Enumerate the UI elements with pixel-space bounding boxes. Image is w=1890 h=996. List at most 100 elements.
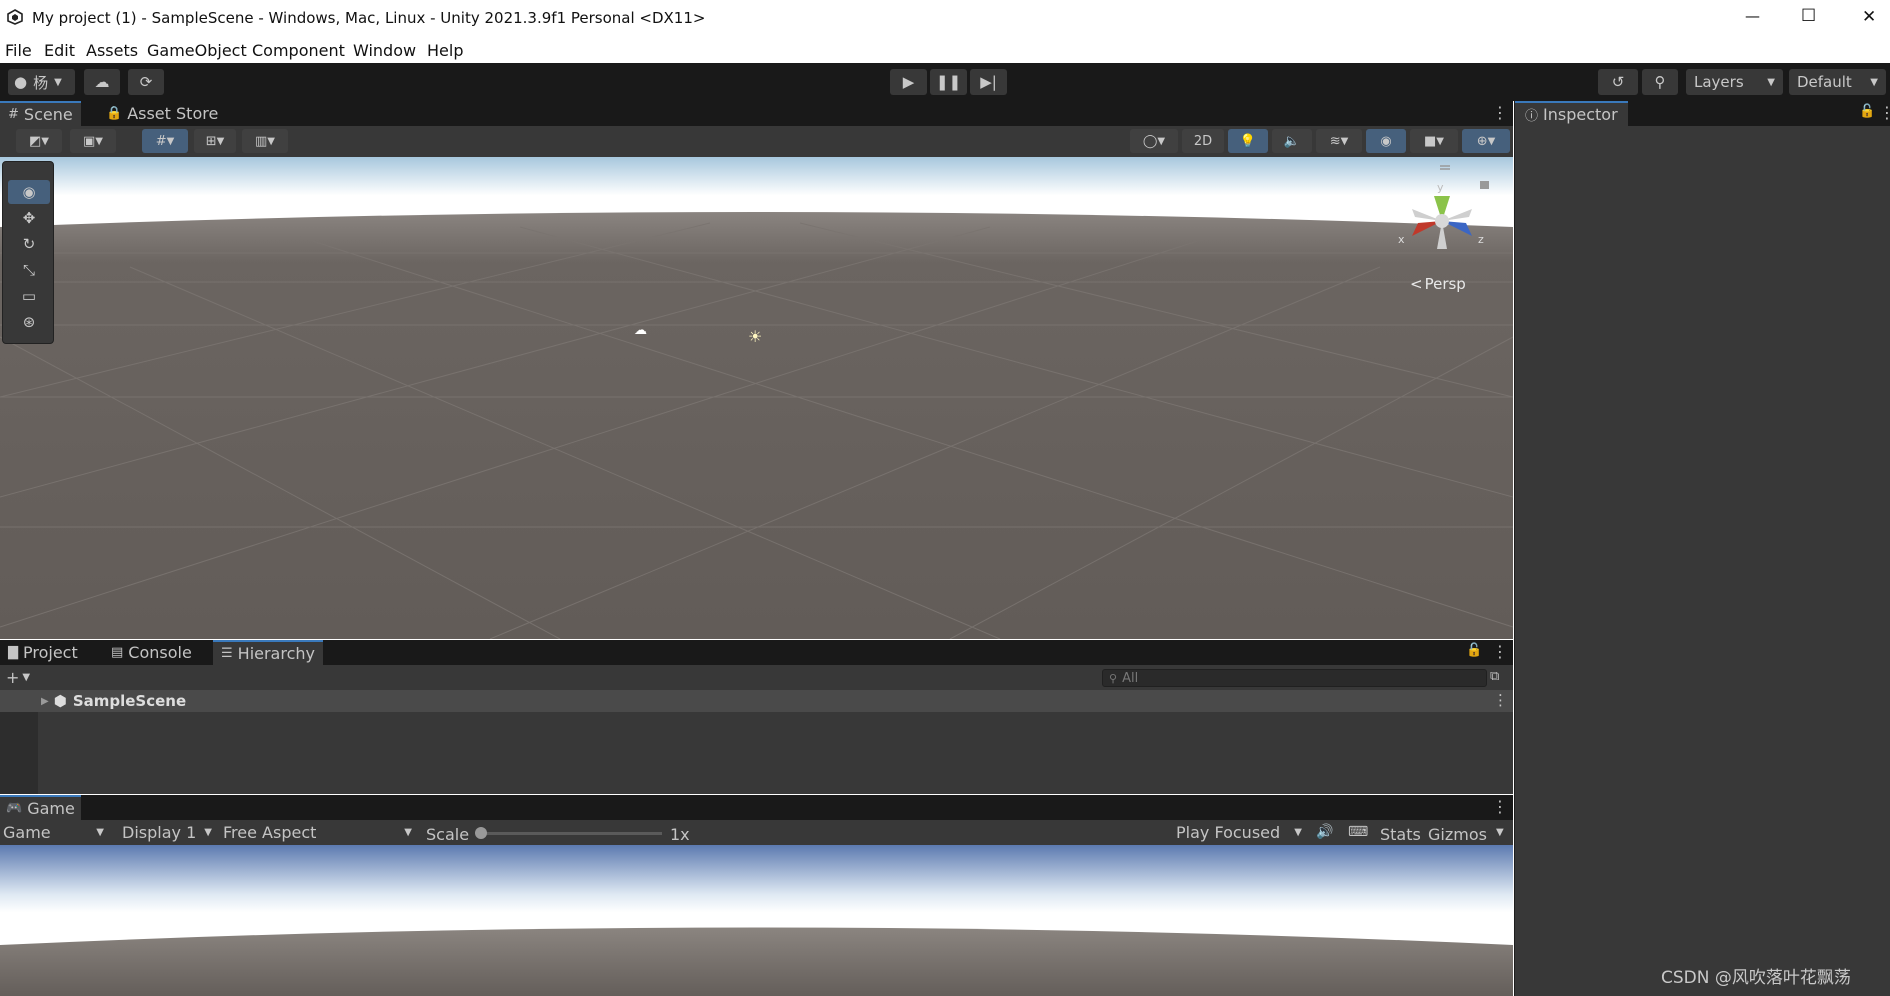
orientation-gizmo[interactable]: y x z — [1390, 161, 1500, 261]
add-object-dropdown[interactable]: + ▼ — [6, 668, 30, 687]
layout-dropdown[interactable]: Default ▼ — [1789, 69, 1886, 95]
hierarchy-row-samplescene[interactable]: ▶ ⬢ SampleScene ⋮ — [0, 690, 1513, 712]
history-button[interactable]: ↺ — [1598, 69, 1638, 95]
rotate-tool[interactable]: ↻ — [8, 232, 50, 256]
chevron-right-icon[interactable]: ▶ — [41, 696, 49, 707]
tab-scene[interactable]: # Scene — [0, 101, 81, 126]
stats-button[interactable]: Stats — [1380, 825, 1421, 844]
projection-toggle[interactable]: < Persp — [1410, 275, 1466, 293]
orientation-dropdown[interactable]: ◯ ▼ — [1130, 129, 1178, 153]
pause-button[interactable]: ❚❚ — [930, 69, 967, 95]
play-mode-select[interactable]: Play Focused ▼ — [1172, 822, 1306, 843]
scale-tool[interactable]: ⤡ — [8, 258, 50, 282]
increment-snap-toggle[interactable]: ▥ ▼ — [242, 129, 288, 153]
chevron-down-icon: ▼ — [54, 76, 62, 88]
chevron-down-icon: ▼ — [166, 135, 175, 147]
scale-value: 1x — [670, 825, 690, 844]
tab-hierarchy[interactable]: ☰ Hierarchy — [213, 640, 323, 665]
panel-menu-icon[interactable]: ⋮ — [1879, 103, 1890, 122]
menu-edit[interactable]: Edit — [44, 41, 75, 60]
step-button[interactable]: ▶| — [970, 69, 1007, 95]
minimize-button[interactable]: — — [1745, 7, 1760, 25]
cloud-button[interactable]: ☁ — [84, 69, 120, 95]
keyboard-icon[interactable]: ⌨ — [1348, 824, 1368, 840]
account-dropdown[interactable]: ● 杨 ▼ — [8, 69, 75, 95]
mute-audio-icon[interactable]: 🔊 — [1316, 824, 1333, 840]
panel-menu-icon[interactable]: ⋮ — [1492, 797, 1508, 816]
camera-gizmo-icon[interactable]: ☁ — [634, 323, 647, 338]
game-dock-header: 🎮 Game ⋮ — [0, 795, 1513, 820]
maximize-button[interactable]: ☐ — [1801, 6, 1816, 26]
grid-snap-icon: # — [155, 133, 167, 149]
gizmos-button[interactable]: Gizmos — [1428, 825, 1487, 844]
play-button[interactable]: ▶ — [890, 69, 927, 95]
chevron-down-icon[interactable]: ▼ — [1496, 827, 1504, 838]
folder-icon: ▇ — [8, 645, 18, 660]
gamepad-icon: 🎮 — [6, 801, 23, 816]
scene-visibility-icon[interactable]: ⧉ — [1490, 669, 1499, 684]
tab-game[interactable]: 🎮 Game — [0, 795, 81, 820]
chevron-left-icon: < — [1410, 275, 1423, 293]
light-gizmo-icon[interactable]: ☀ — [748, 327, 762, 346]
collab-button[interactable]: ⟳ — [128, 69, 164, 95]
hidden-objects-toggle[interactable]: ◉ — [1366, 129, 1406, 153]
menu-help[interactable]: Help — [427, 41, 463, 60]
audio-toggle[interactable]: 🔈 — [1272, 129, 1312, 153]
lighting-toggle[interactable]: 💡 — [1228, 129, 1268, 153]
aspect-select[interactable]: Free Aspect ▼ — [218, 822, 416, 843]
play-mode-label: Play Focused — [1176, 823, 1281, 842]
lock-icon[interactable]: 🔓 — [1859, 104, 1875, 119]
transform-tool[interactable]: ⊛ — [8, 310, 50, 334]
tab-project[interactable]: ▇ Project — [0, 640, 86, 665]
menu-component[interactable]: Component — [252, 41, 345, 60]
game-viewport[interactable] — [0, 845, 1513, 996]
gizmos-dropdown[interactable]: ⊕ ▼ — [1462, 129, 1510, 153]
move-tool[interactable]: ✥ — [8, 206, 50, 230]
step-icon: ▶| — [980, 73, 997, 91]
render-mode-dropdown[interactable]: ▣ ▼ — [70, 129, 116, 153]
tab-inspector[interactable]: ⓘ Inspector — [1515, 101, 1628, 126]
camera-icon: ■ — [1424, 133, 1437, 149]
game-toolbar: Game ▼ Display 1 ▼ Free Aspect ▼ Scale 1… — [0, 820, 1513, 845]
layers-dropdown[interactable]: Layers ▼ — [1686, 69, 1783, 95]
main-toolbar: ● 杨 ▼ ☁ ⟳ ▶ ❚❚ ▶| ↺ ⚲ Layers ▼ Default ▼ — [0, 63, 1890, 101]
account-icon: ● — [14, 73, 28, 91]
panel-menu-icon[interactable]: ⋮ — [1492, 103, 1508, 122]
tab-console[interactable]: ▤ Console — [103, 640, 200, 665]
tab-asset-store[interactable]: 🔒 Asset Store — [98, 101, 226, 126]
grid-visibility-toggle[interactable]: ⊞ ▼ — [194, 129, 236, 153]
menu-gameobject[interactable]: GameObject — [147, 41, 247, 60]
scale-slider[interactable] — [475, 827, 662, 839]
history-icon: ↺ — [1611, 73, 1625, 91]
scene-dock-header: # Scene 🔒 Asset Store ⋮ — [0, 101, 1513, 126]
chevron-down-icon: ▼ — [404, 827, 412, 838]
scene-viewport[interactable]: ☁ ☀ ◉ ✥ ↻ ⤡ ▭ ⊛ y x z < Persp — [0, 157, 1513, 639]
tool-palette: ◉ ✥ ↻ ⤡ ▭ ⊛ — [2, 161, 54, 344]
camera-dropdown[interactable]: ■ ▼ — [1410, 129, 1458, 153]
menu-window[interactable]: Window — [353, 41, 416, 60]
gizmo-x-label: x — [1398, 233, 1405, 246]
row-menu-icon[interactable]: ⋮ — [1493, 691, 1508, 709]
draw-mode-dropdown[interactable]: ◩ ▼ — [16, 129, 62, 153]
grid-snap-toggle[interactable]: # ▼ — [142, 129, 188, 153]
mode-2d-toggle[interactable]: 2D — [1182, 129, 1224, 153]
pause-icon: ❚❚ — [935, 73, 962, 91]
view-tool[interactable]: ◉ — [8, 180, 50, 204]
menu-assets[interactable]: Assets — [86, 41, 138, 60]
menu-file[interactable]: File — [5, 41, 32, 60]
lock-icon[interactable]: 🔓 — [1466, 643, 1482, 658]
inspector-panel: ⓘ Inspector 🔓 ⋮ CSDN @风吹落叶花飘荡 — [1514, 101, 1890, 996]
rect-tool[interactable]: ▭ — [8, 284, 50, 308]
effects-dropdown[interactable]: ≋ ▼ — [1316, 129, 1362, 153]
scale-slider-handle[interactable] — [475, 827, 487, 839]
display-select[interactable]: Display 1 ▼ — [116, 822, 216, 843]
hierarchy-search-input[interactable]: ⚲ All — [1102, 669, 1487, 687]
search-button[interactable]: ⚲ — [1642, 69, 1678, 95]
axis-gizmo-icon — [1412, 165, 1489, 249]
aspect-label: Free Aspect — [223, 823, 317, 842]
close-button[interactable]: ✕ — [1862, 7, 1876, 27]
panel-menu-icon[interactable]: ⋮ — [1492, 642, 1508, 661]
eye-slash-icon: ◉ — [1380, 133, 1392, 149]
game-view-select[interactable]: Game ▼ — [0, 822, 110, 843]
scene-name: SampleScene — [72, 692, 187, 710]
